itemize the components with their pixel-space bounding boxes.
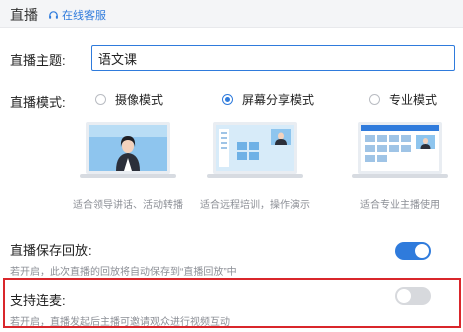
radio-checked-icon (222, 94, 233, 105)
co-host-description: 若开启，直播发起后主播可邀请观众进行视频互动 (10, 317, 230, 328)
toggle-knob (415, 244, 429, 258)
mode-option-label: 摄像模式 (115, 93, 164, 107)
mode-label: 直播模式: (10, 95, 66, 110)
save-replay-label: 直播保存回放: (10, 243, 92, 258)
save-replay-toggle[interactable] (395, 242, 431, 260)
title-bar: 直播 在线客服 (0, 0, 463, 28)
mode-option-label: 屏幕分享模式 (242, 93, 315, 107)
online-service-label: 在线客服 (62, 10, 106, 22)
camera-mode-illustration (80, 122, 176, 178)
screen-share-mode-caption: 适合远程培训，操作演示 (200, 200, 310, 211)
mode-option-professional[interactable]: 专业模式 (369, 91, 437, 108)
co-host-toggle[interactable] (395, 287, 431, 305)
topic-input[interactable] (91, 45, 455, 71)
topic-label: 直播主题: (10, 53, 66, 68)
toggle-knob (397, 289, 411, 303)
mode-option-screen-share[interactable]: 屏幕分享模式 (222, 91, 314, 108)
co-host-label: 支持连麦: (10, 293, 66, 308)
radio-icon (95, 94, 106, 105)
window-title: 直播 (10, 7, 38, 23)
headset-icon (49, 10, 58, 19)
save-replay-description: 若开启，此次直播的回放将自动保存到“直播回放”中 (10, 267, 237, 278)
online-service-link[interactable]: 在线客服 (48, 7, 106, 23)
mode-option-label: 专业模式 (389, 93, 438, 107)
professional-mode-illustration (352, 122, 448, 178)
professional-mode-caption: 适合专业主播使用 (360, 200, 440, 211)
camera-mode-caption: 适合领导讲话、活动转播 (73, 200, 183, 211)
screen-share-mode-illustration (207, 122, 303, 178)
mode-option-camera[interactable]: 摄像模式 (95, 91, 163, 108)
radio-icon (369, 94, 380, 105)
